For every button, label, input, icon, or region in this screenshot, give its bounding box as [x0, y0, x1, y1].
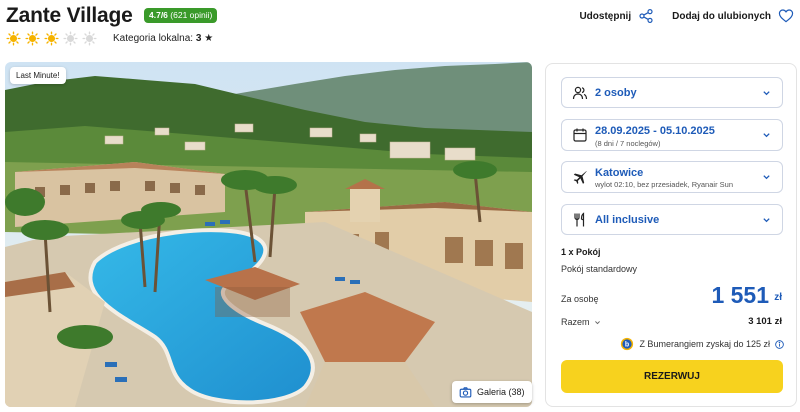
share-button[interactable]: Udostępnij [579, 8, 654, 24]
sun-icon [63, 31, 78, 46]
sun-icon [25, 31, 40, 46]
price-per-person: 1 551 [711, 282, 769, 308]
heart-icon [778, 9, 794, 23]
total-toggle[interactable]: Razem [561, 317, 601, 327]
dates-select[interactable]: 28.09.2025 - 05.10.2025 (8 dni / 7 nocle… [561, 119, 783, 151]
total-label: Razem [561, 317, 590, 327]
dates-duration: (8 dni / 7 noclegów) [595, 139, 661, 148]
guests-select[interactable]: 2 osoby [561, 77, 783, 108]
chevron-down-icon [594, 320, 600, 324]
sun-rating [6, 31, 97, 46]
dates-value: 28.09.2025 - 05.10.2025 [595, 125, 715, 137]
departure-city: Katowice [595, 167, 644, 179]
share-label: Udostępnij [579, 10, 632, 22]
per-person-label: Za osobę [561, 294, 599, 304]
price-currency: zł [774, 292, 782, 303]
cutlery-icon [574, 211, 585, 226]
guests-value: 2 osoby [595, 87, 637, 99]
chevron-down-icon [763, 90, 770, 95]
star-icon: ★ [204, 33, 214, 44]
rating-badge: 4.7/6 (621 opinii) [144, 8, 218, 23]
calendar-icon [573, 128, 587, 142]
booking-panel: 2 osoby 28.09.2025 - 05.10.2025 (8 dni /… [545, 63, 797, 407]
local-category-label: Kategoria lokalna: [113, 33, 194, 44]
chevron-down-icon [763, 133, 770, 138]
local-category: Kategoria lokalna: 3 ★ [113, 33, 213, 44]
favorite-label: Dodaj do ulubionych [672, 10, 771, 22]
departure-select[interactable]: Katowice wylot 02:10, bez przesiadek, Ry… [561, 161, 783, 193]
hotel-photo-image [5, 62, 532, 407]
people-icon [572, 86, 588, 99]
bumerang-text: Z Bumerangiem zyskaj do 125 zł [639, 339, 770, 349]
share-icon [639, 9, 653, 23]
chevron-down-icon [763, 217, 770, 222]
favorite-button[interactable]: Dodaj do ulubionych [672, 8, 794, 24]
header-actions: Udostępnij Dodaj do ulubionych [579, 8, 794, 24]
gallery-label: Galeria (38) [477, 387, 525, 397]
hotel-title: Zante Village [6, 4, 133, 27]
sun-icon [6, 31, 21, 46]
reserve-button[interactable]: REZERWUJ [561, 360, 783, 393]
room-count: 1 x Pokój [561, 247, 601, 257]
info-icon[interactable] [775, 339, 784, 349]
chevron-down-icon [763, 175, 770, 180]
plane-icon [573, 171, 587, 184]
local-category-value: 3 [195, 33, 202, 44]
sun-icon [82, 31, 97, 46]
room-type: Pokój standardowy [561, 264, 638, 274]
total-price: 3 101 zł [748, 316, 782, 327]
board-value: All inclusive [595, 214, 660, 226]
rating-score: 4.7/6 [149, 10, 168, 20]
bumerang-promo: b Z Bumerangiem zyskaj do 125 zł [620, 337, 784, 351]
board-select[interactable]: All inclusive [561, 204, 783, 235]
reviews-count: (621 opinii) [170, 10, 213, 20]
camera-icon [459, 386, 472, 398]
gallery-button[interactable]: Galeria (38) [452, 381, 532, 403]
bumerang-logo-icon: b [621, 337, 634, 351]
departure-details: wylot 02:10, bez przesiadek, Ryanair Sun [595, 180, 733, 189]
last-minute-badge: Last Minute! [10, 67, 66, 84]
sun-icon [44, 31, 59, 46]
svg-text:b: b [625, 342, 629, 349]
hotel-photo[interactable] [5, 62, 532, 407]
